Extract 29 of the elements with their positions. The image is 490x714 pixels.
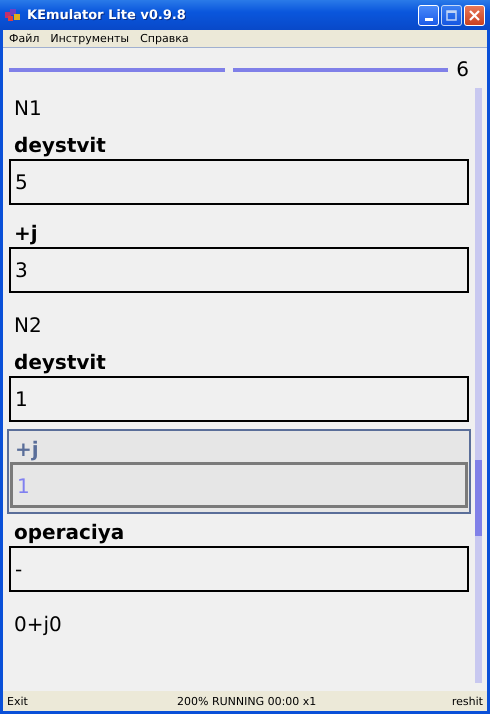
scroll-thumb[interactable] (475, 460, 482, 536)
item-text: N1 (13, 95, 43, 122)
menu-item[interactable]: Файл (6, 32, 44, 45)
field-label: deystvit (13, 132, 107, 159)
status-text: 200% RUNNING 00:00 x1 (177, 694, 318, 708)
maximize-icon (446, 10, 457, 20)
item-text: N2 (13, 312, 43, 339)
input-field[interactable]: 1 (9, 376, 469, 422)
field-label: deystvit (13, 349, 107, 376)
field-label: +j (13, 220, 39, 247)
minimize-button[interactable] (418, 4, 439, 26)
menu-item[interactable]: Справка (137, 32, 194, 45)
close-button[interactable] (464, 4, 485, 26)
maximize-button[interactable] (441, 4, 462, 26)
window-title: KEmulator Lite v0.9.8 (27, 8, 187, 22)
menu-item[interactable]: Инструменты (47, 32, 134, 45)
item-text: 0+j0 (13, 611, 63, 638)
softkey-right[interactable]: reshit (452, 694, 483, 708)
input-field[interactable]: - (9, 546, 469, 592)
input-field[interactable]: 5 (9, 159, 469, 205)
page-number: 6 (456, 58, 470, 80)
minimize-icon (424, 18, 432, 20)
field-label: operaciya (13, 519, 126, 546)
scrollbar[interactable] (475, 88, 482, 683)
field-label: +j (14, 436, 40, 462)
app-icon (5, 8, 21, 22)
input-field[interactable]: 3 (9, 247, 469, 293)
close-icon (469, 10, 480, 20)
softkey-left[interactable]: Exit (7, 694, 177, 708)
